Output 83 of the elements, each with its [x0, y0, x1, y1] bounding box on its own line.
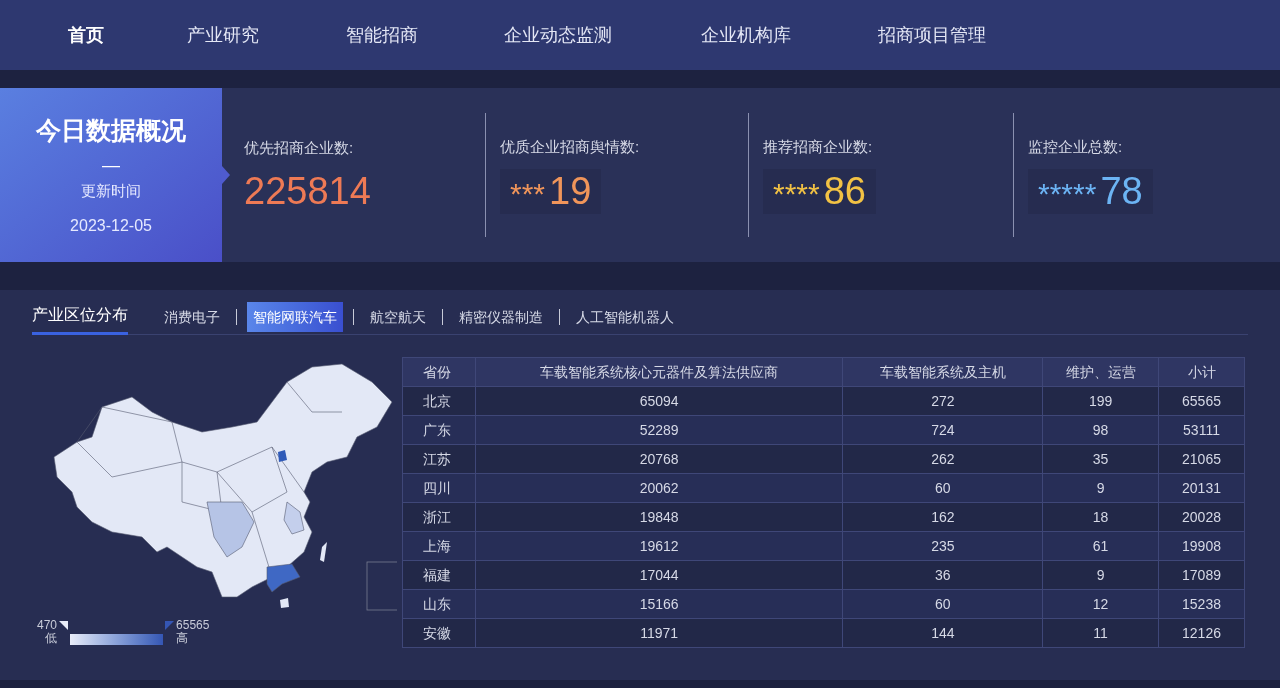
table-cell: 15238 [1158, 589, 1245, 619]
nav-item[interactable]: 智能招商 [346, 21, 504, 49]
industry-tab[interactable]: 消费电子 [158, 302, 226, 332]
update-date: 2023-12-05 [70, 216, 152, 236]
column-header: 车载智能系统及主机 [842, 357, 1043, 387]
industry-tab[interactable]: 航空航天 [364, 302, 432, 332]
table-cell: 20768 [475, 444, 843, 474]
table-cell: 20062 [475, 473, 843, 503]
stat-label: 优先招商企业数: [244, 137, 355, 158]
table-cell: 144 [842, 618, 1043, 648]
table-cell: 19612 [475, 531, 843, 561]
masked-digits: **** [773, 175, 820, 212]
table-cell: 60 [842, 473, 1043, 503]
table-cell: 98 [1042, 415, 1159, 445]
pointer-icon [222, 166, 230, 184]
table-cell: 北京 [402, 386, 476, 416]
table-cell: 11 [1042, 618, 1159, 648]
table-cell: 9 [1042, 560, 1159, 590]
table-cell: 162 [842, 502, 1043, 532]
table-cell: 浙江 [402, 502, 476, 532]
legend-max-value: 65565 [176, 619, 210, 632]
overview-title: 今日数据概况 [36, 115, 186, 146]
table-cell: 21065 [1158, 444, 1245, 474]
table-cell: 11971 [475, 618, 843, 648]
legend-high-label: 高 [176, 632, 190, 645]
table-cell: 19848 [475, 502, 843, 532]
table-cell: 65565 [1158, 386, 1245, 416]
section-title[interactable]: 产业区位分布 [32, 299, 128, 335]
table-cell: 61 [1042, 531, 1159, 561]
stat-value: 19 [549, 168, 592, 213]
stat-label: 推荐招商企业数: [763, 137, 874, 158]
masked-digits: *** [510, 175, 546, 212]
table-cell: 60 [842, 589, 1043, 619]
table-cell: 53111 [1158, 415, 1245, 445]
nav-item[interactable]: 首页 [68, 21, 187, 49]
legend-low-label: 低 [45, 632, 58, 645]
table-cell: 36 [842, 560, 1043, 590]
column-header: 车载智能系统核心元器件及算法供应商 [475, 357, 843, 387]
table-cell: 广东 [402, 415, 476, 445]
table-cell: 12 [1042, 589, 1159, 619]
table-cell: 724 [842, 415, 1043, 445]
nav-item[interactable]: 招商项目管理 [878, 21, 1078, 49]
industry-tab[interactable]: 精密仪器制造 [453, 302, 549, 332]
table-cell: 江苏 [402, 444, 476, 474]
table-cell: 20131 [1158, 473, 1245, 503]
nav-item[interactable]: 产业研究 [187, 21, 346, 49]
table-cell: 17089 [1158, 560, 1245, 590]
table-cell: 262 [842, 444, 1043, 474]
industry-tab[interactable]: 智能网联汽车 [247, 302, 343, 332]
table-cell: 安徽 [402, 618, 476, 648]
table-cell: 15166 [475, 589, 843, 619]
stat-label: 监控企业总数: [1028, 137, 1124, 158]
table-cell: 272 [842, 386, 1043, 416]
column-header: 维护、运营 [1042, 357, 1159, 387]
table-cell: 235 [842, 531, 1043, 561]
table-cell: 上海 [402, 531, 476, 561]
table-cell: 17044 [475, 560, 843, 590]
stat-label: 优质企业招商舆情数: [500, 137, 641, 158]
legend-min-value: 470 [37, 619, 58, 632]
table-cell: 20028 [1158, 502, 1245, 532]
table-cell: 福建 [402, 560, 476, 590]
legend-high-handle-icon [165, 621, 175, 630]
table-cell: 19908 [1158, 531, 1245, 561]
table-cell: 199 [1042, 386, 1159, 416]
table-cell: 65094 [475, 386, 843, 416]
nav-item[interactable]: 企业动态监测 [504, 21, 701, 49]
table-cell: 山东 [402, 589, 476, 619]
masked-digits: ***** [1038, 175, 1097, 212]
title-divider: — [102, 153, 120, 176]
stat-value: 86 [823, 168, 866, 213]
stat-value: 78 [1100, 168, 1143, 213]
table-cell: 9 [1042, 473, 1159, 503]
table-cell: 18 [1042, 502, 1159, 532]
table-cell: 52289 [475, 415, 843, 445]
industry-tab[interactable]: 人工智能机器人 [570, 302, 680, 332]
nav-item[interactable]: 企业机构库 [701, 21, 878, 49]
stat-value: 225814 [244, 169, 371, 214]
column-header: 省份 [402, 357, 476, 387]
table-cell: 四川 [402, 473, 476, 503]
table-cell: 12126 [1158, 618, 1245, 648]
column-header: 小计 [1158, 357, 1245, 387]
table-cell: 35 [1042, 444, 1159, 474]
update-label: 更新时间 [81, 180, 141, 201]
